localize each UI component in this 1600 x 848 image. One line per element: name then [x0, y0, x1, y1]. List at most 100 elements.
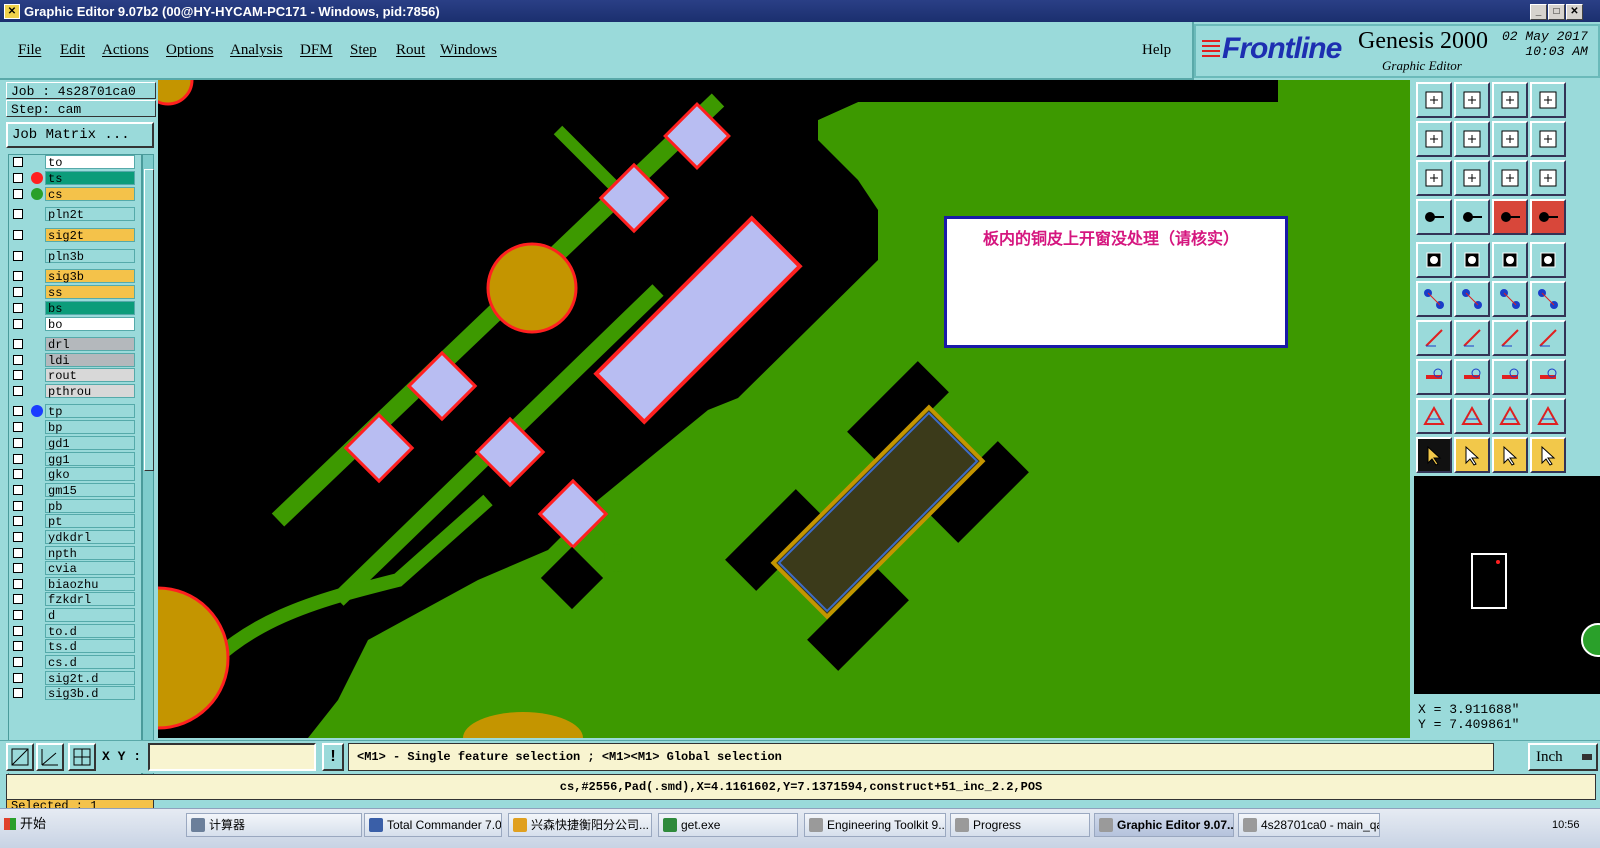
layer-name[interactable]: gg1: [45, 452, 135, 467]
minimap[interactable]: [1414, 476, 1600, 694]
close-button[interactable]: ✕: [1566, 4, 1583, 20]
film-button[interactable]: [1416, 199, 1452, 235]
grid-button[interactable]: [68, 743, 96, 771]
layer-name[interactable]: sig3b.d: [45, 686, 135, 701]
layer-row[interactable]: gko: [11, 467, 137, 482]
layer-name[interactable]: sig2t.d: [45, 671, 135, 686]
menu-dfm[interactable]: DFM: [300, 42, 333, 59]
graphic-canvas[interactable]: 板内的铜皮上开窗没处理（请核实）: [158, 80, 1410, 738]
select-c-button[interactable]: [1492, 437, 1528, 473]
scrollbar-thumb[interactable]: [144, 169, 154, 471]
layer-checkbox[interactable]: [13, 548, 23, 558]
layer-row[interactable]: bs: [11, 301, 137, 316]
layer-row[interactable]: rout: [11, 368, 137, 383]
layer-name[interactable]: to.d: [45, 624, 135, 639]
polygon-button[interactable]: [1454, 242, 1490, 278]
layer-row[interactable]: d: [11, 608, 137, 623]
layer-name[interactable]: pthrou: [45, 384, 135, 399]
line-button[interactable]: [1454, 359, 1490, 395]
layer-row[interactable]: to: [11, 155, 137, 170]
layer-checkbox[interactable]: [13, 673, 23, 683]
layer-checkbox[interactable]: [13, 469, 23, 479]
layer-row[interactable]: pln3b: [11, 249, 137, 264]
layer-checkbox[interactable]: [13, 610, 23, 620]
layer-name[interactable]: ts: [45, 171, 135, 186]
layer-checkbox[interactable]: [13, 594, 23, 604]
taskbar-task[interactable]: Graphic Editor 9.07...: [1094, 813, 1234, 837]
taskbar-task[interactable]: Total Commander 7.0 ...: [364, 813, 502, 837]
net-button[interactable]: [1530, 359, 1566, 395]
layer-checkbox[interactable]: [13, 563, 23, 573]
scale-1-2-button[interactable]: [1492, 160, 1528, 196]
maximize-button[interactable]: □: [1548, 4, 1565, 20]
layer-name[interactable]: biaozhu: [45, 577, 135, 592]
zoom-home-button[interactable]: [1454, 160, 1490, 196]
taskbar-task[interactable]: Progress: [950, 813, 1090, 837]
layer-name[interactable]: pb: [45, 499, 135, 514]
layer-row[interactable]: sig3b: [11, 269, 137, 284]
arc-a-button[interactable]: [1416, 320, 1452, 356]
layer-checkbox[interactable]: [13, 173, 23, 183]
layer-name[interactable]: cs: [45, 187, 135, 202]
layer-name[interactable]: d: [45, 608, 135, 623]
xy-input[interactable]: [148, 743, 316, 771]
layer-row[interactable]: pt: [11, 514, 137, 529]
layer-name[interactable]: to: [45, 155, 135, 170]
layer-name[interactable]: ydkdrl: [45, 530, 135, 545]
menu-actions[interactable]: Actions: [102, 42, 149, 59]
layer-checkbox[interactable]: [13, 230, 23, 240]
net-a-button[interactable]: [1416, 281, 1452, 317]
menu-file[interactable]: File: [18, 42, 41, 59]
layer-row[interactable]: ss: [11, 285, 137, 300]
layer-row[interactable]: pb: [11, 499, 137, 514]
layer-checkbox[interactable]: [13, 319, 23, 329]
undo-view-button[interactable]: [1492, 121, 1528, 157]
select-b-button[interactable]: [1454, 437, 1490, 473]
open-button[interactable]: [1416, 82, 1452, 118]
line-add-button[interactable]: [1492, 281, 1528, 317]
layer-list-scrollbar[interactable]: [142, 154, 154, 792]
layer-row[interactable]: cs.d: [11, 655, 137, 670]
layer-name[interactable]: pln2t: [45, 207, 135, 222]
layer-checkbox[interactable]: [13, 516, 23, 526]
layer-name[interactable]: bs: [45, 301, 135, 316]
layer-checkbox[interactable]: [13, 454, 23, 464]
layer-name[interactable]: gd1: [45, 436, 135, 451]
layer-checkbox[interactable]: [13, 339, 23, 349]
tri-b-button[interactable]: [1454, 398, 1490, 434]
layer-checkbox[interactable]: [13, 688, 23, 698]
layer-checkbox[interactable]: [13, 355, 23, 365]
layer-name[interactable]: gm15: [45, 483, 135, 498]
pad-button[interactable]: [1530, 242, 1566, 278]
taskbar-task[interactable]: get.exe: [658, 813, 798, 837]
layer-checkbox[interactable]: [13, 157, 23, 167]
ruler-button[interactable]: [1492, 242, 1528, 278]
layer-row[interactable]: sig2t: [11, 228, 137, 243]
fit-screen-button[interactable]: [1416, 160, 1452, 196]
layer-checkbox[interactable]: [13, 370, 23, 380]
layer-name[interactable]: pln3b: [45, 249, 135, 264]
layer-name[interactable]: gko: [45, 467, 135, 482]
layer-row[interactable]: pln2t: [11, 207, 137, 222]
layer-row[interactable]: ydkdrl: [11, 530, 137, 545]
layer-checkbox[interactable]: [13, 626, 23, 636]
taskbar-task[interactable]: 4s28701ca0 - main_qa: [1238, 813, 1380, 837]
home-button[interactable]: [1492, 82, 1528, 118]
menu-options[interactable]: Options: [166, 42, 214, 59]
taskbar-task[interactable]: Engineering Toolkit 9....: [804, 813, 946, 837]
tri-a-button[interactable]: [1416, 398, 1452, 434]
layer-name[interactable]: ss: [45, 285, 135, 300]
zoom-window-button[interactable]: [6, 743, 34, 771]
taskbar-task[interactable]: 兴森快捷衡阳分公司...: [508, 813, 652, 837]
menu-step[interactable]: Step: [350, 42, 377, 59]
layer-row[interactable]: sig2t.d: [11, 671, 137, 686]
layer-row[interactable]: sig3b.d: [11, 686, 137, 701]
layer-name[interactable]: bp: [45, 420, 135, 435]
tri-d-button[interactable]: [1530, 398, 1566, 434]
layer-b-button[interactable]: [1530, 199, 1566, 235]
units-dropdown[interactable]: Inch: [1528, 743, 1598, 771]
layer-checkbox[interactable]: [13, 209, 23, 219]
layer-row[interactable]: biaozhu: [11, 577, 137, 592]
layer-name[interactable]: sig3b: [45, 269, 135, 284]
select-d-button[interactable]: [1530, 437, 1566, 473]
